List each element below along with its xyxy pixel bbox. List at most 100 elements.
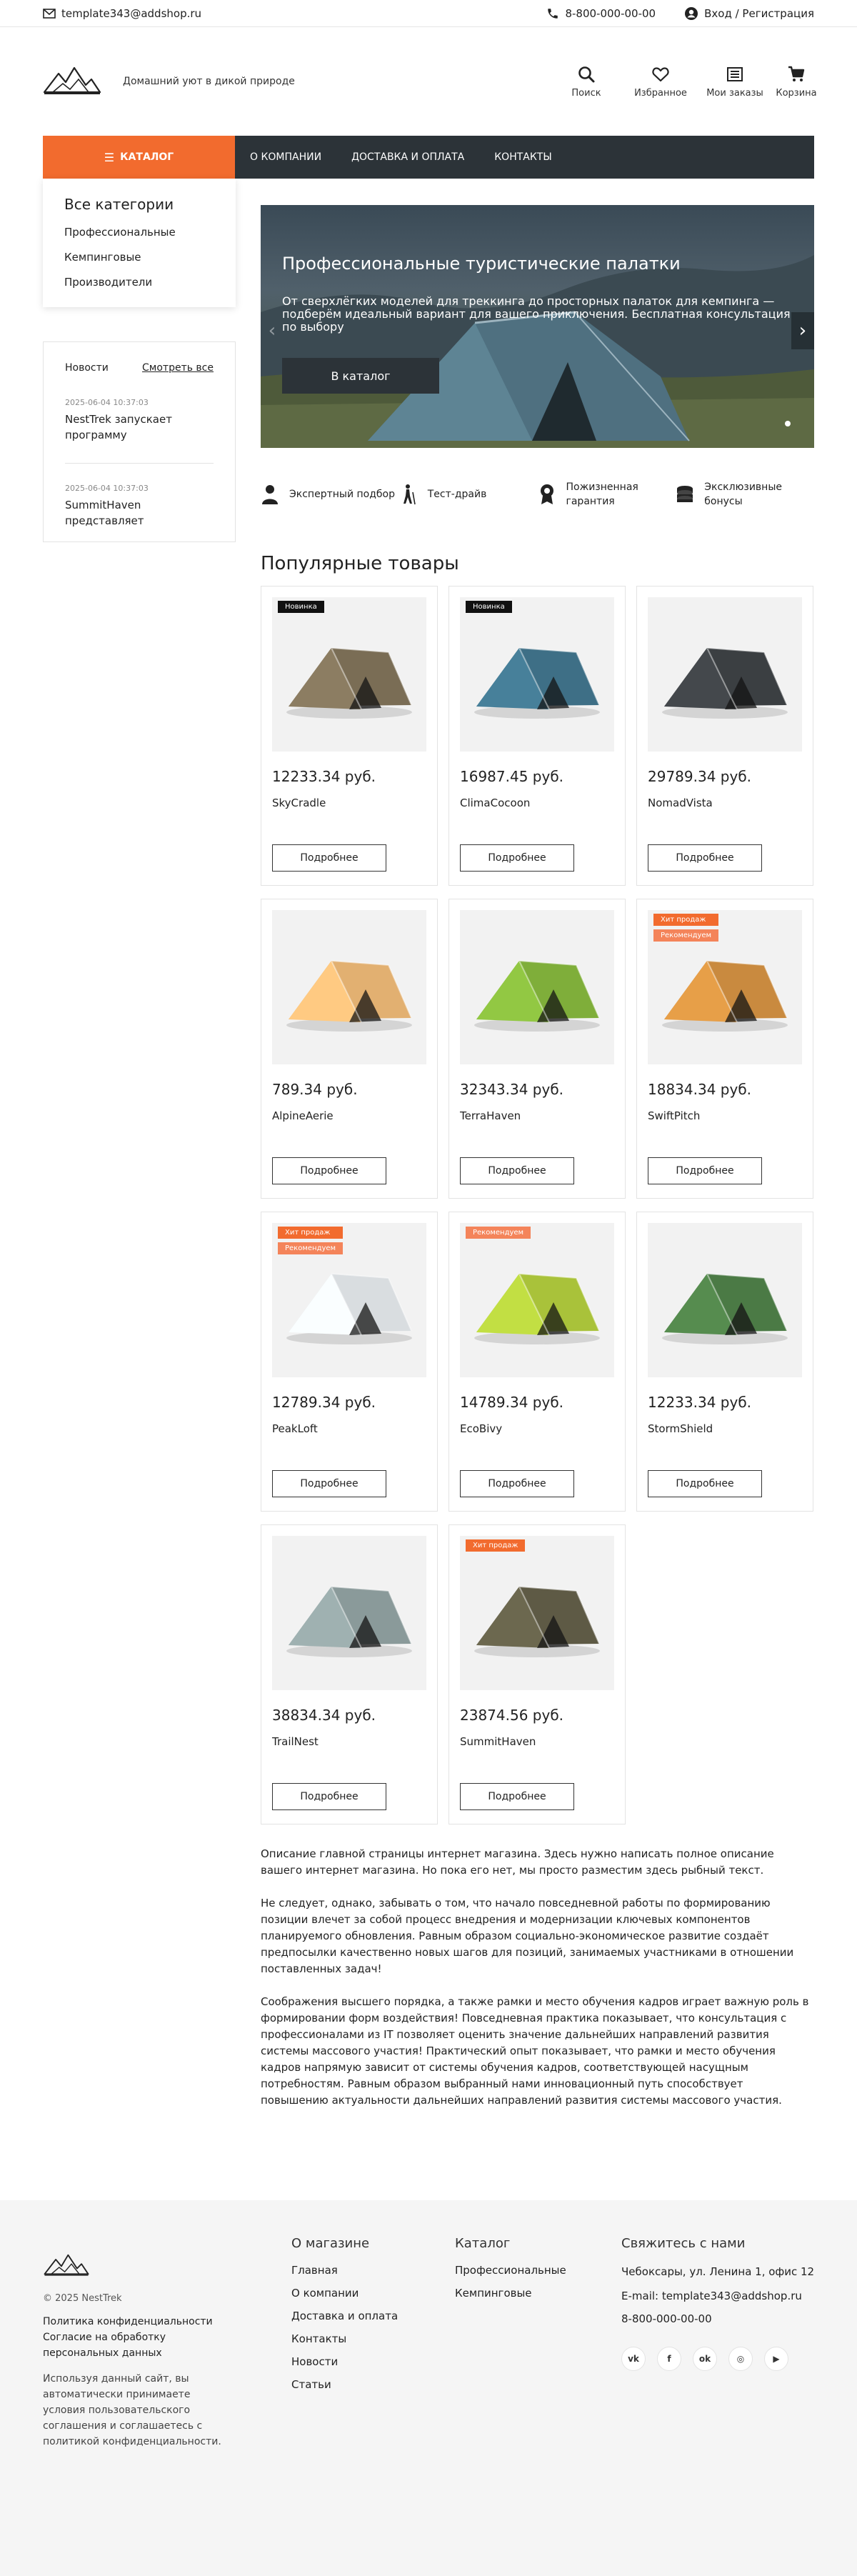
- product-card[interactable]: Хит продаж 23874.56 руб. SummitHaven Подроб…: [448, 1524, 626, 1824]
- product-image[interactable]: [460, 1536, 614, 1690]
- footer-link-articles[interactable]: Статьи: [291, 2378, 331, 2391]
- product-name[interactable]: EcoBivy: [460, 1422, 614, 1435]
- product-details-button[interactable]: Подробнее: [460, 1157, 574, 1184]
- product-image[interactable]: [648, 597, 802, 752]
- product-details-button[interactable]: Подробнее: [648, 1157, 762, 1184]
- product-details-button[interactable]: Подробнее: [648, 844, 762, 872]
- catalog-button[interactable]: ☰ КАТАЛОГ: [43, 136, 235, 179]
- orders-button[interactable]: Мои заказы: [704, 65, 766, 99]
- product-image[interactable]: [272, 597, 426, 752]
- product-card[interactable]: Новинка 12233.34 руб. SkyCradle Подробнее: [261, 586, 438, 886]
- ok-icon[interactable]: ok: [693, 2347, 717, 2371]
- tent-illustration: [286, 960, 412, 1032]
- logo[interactable]: [43, 64, 101, 99]
- chevron-right-icon: ›: [798, 320, 807, 341]
- banner-next-arrow[interactable]: ›: [791, 312, 814, 349]
- product-card[interactable]: 12233.34 руб. StormShield Подробнее: [636, 1212, 813, 1512]
- product-image[interactable]: [460, 910, 614, 1064]
- banner-catalog-button[interactable]: В каталог: [282, 358, 439, 394]
- footer-link-professional[interactable]: Профессиональные: [455, 2264, 566, 2277]
- tent-illustration: [474, 647, 600, 719]
- product-details-button[interactable]: Подробнее: [272, 1470, 386, 1497]
- banner-prev-arrow[interactable]: ‹: [261, 312, 284, 349]
- news-view-all-link[interactable]: Смотреть все: [142, 362, 214, 374]
- product-image[interactable]: [648, 1223, 802, 1377]
- product-details-button[interactable]: Подробнее: [272, 844, 386, 872]
- privacy-policy-link[interactable]: Политика конфиденциальности: [43, 2314, 236, 2330]
- footer-link-camping[interactable]: Кемпинговые: [455, 2287, 532, 2300]
- product-price: 789.34 руб.: [272, 1081, 358, 1098]
- product-image[interactable]: [272, 1536, 426, 1690]
- product-details-button[interactable]: Подробнее: [272, 1783, 386, 1810]
- product-card[interactable]: Рекомендуем 14789.34 руб. EcoBivy Подробнее: [448, 1212, 626, 1512]
- product-card[interactable]: Хит продаж Рекомендуем 18834.34 руб. SwiftP…: [636, 899, 813, 1199]
- product-name[interactable]: SummitHaven: [460, 1735, 614, 1748]
- product-name[interactable]: SkyCradle: [272, 797, 426, 809]
- cart-button[interactable]: Корзина: [776, 65, 817, 99]
- product-details-button[interactable]: Подробнее: [460, 844, 574, 872]
- user-icon: [685, 6, 698, 20]
- footer-email-link[interactable]: E-mail: template343@addshop.ru: [621, 2290, 802, 2302]
- nav-link-about[interactable]: О КОМПАНИИ: [235, 151, 336, 163]
- category-manufacturers[interactable]: Производители: [64, 276, 152, 289]
- product-image[interactable]: [460, 597, 614, 752]
- product-name[interactable]: ClimaCocoon: [460, 797, 614, 809]
- footer-phone-link[interactable]: 8-800-000-00-00: [621, 2312, 712, 2325]
- nav-link-contacts[interactable]: КОНТАКТЫ: [479, 151, 566, 163]
- search-button[interactable]: Поиск: [556, 65, 617, 99]
- product-name[interactable]: TrailNest: [272, 1735, 426, 1748]
- product-badge: Новинка: [278, 601, 324, 613]
- footer-link-contacts[interactable]: Контакты: [291, 2332, 346, 2345]
- data-consent-link[interactable]: Согласие на обработку персональных данны…: [43, 2330, 236, 2361]
- footer-link-home[interactable]: Главная: [291, 2264, 338, 2277]
- product-card[interactable]: 789.34 руб. AlpineAerie Подробнее: [261, 899, 438, 1199]
- tent-illustration: [662, 647, 788, 719]
- header: Домашний уют в дикой природе Поиск Избра…: [0, 27, 857, 136]
- product-image[interactable]: [272, 910, 426, 1064]
- category-professional[interactable]: Профессиональные: [64, 226, 176, 239]
- category-camping[interactable]: Кемпинговые: [64, 251, 141, 264]
- advantage-label: Эксклюзивные бонусы: [704, 481, 782, 507]
- slider-dot[interactable]: [785, 421, 791, 426]
- facebook-icon[interactable]: f: [657, 2347, 681, 2371]
- advantage-item: Пожизненная гарантия: [538, 480, 676, 509]
- news-item[interactable]: 2025-06-04 10:37:03 NestTrek запускает п…: [65, 398, 214, 464]
- product-name[interactable]: SwiftPitch: [648, 1109, 802, 1122]
- product-card[interactable]: Хит продаж Рекомендуем 12789.34 руб. PeakLo…: [261, 1212, 438, 1512]
- footer-contacts-title: Свяжитесь с нами: [621, 2236, 746, 2251]
- youtube-icon[interactable]: ▶: [764, 2347, 788, 2371]
- phone-link[interactable]: 8-800-000-00-00: [546, 7, 656, 20]
- search-icon: [578, 66, 595, 82]
- product-name[interactable]: StormShield: [648, 1422, 802, 1435]
- product-card[interactable]: Новинка 16987.45 руб. ClimaCocoon Подробнее: [448, 586, 626, 886]
- product-card[interactable]: 29789.34 руб. NomadVista Подробнее: [636, 586, 813, 886]
- login-link[interactable]: Вход / Регистрация: [684, 6, 814, 21]
- footer-link-about[interactable]: О компании: [291, 2287, 359, 2300]
- product-details-button[interactable]: Подробнее: [648, 1470, 762, 1497]
- news-block: Новости Смотреть все 2025-06-04 10:37:03…: [43, 341, 236, 542]
- award-icon: [540, 484, 553, 504]
- product-card[interactable]: 38834.34 руб. TrailNest Подробнее: [261, 1524, 438, 1824]
- product-image[interactable]: [460, 1223, 614, 1377]
- sidebar: Все категории Профессиональные Кемпингов…: [43, 179, 236, 542]
- footer-link-news[interactable]: Новости: [291, 2355, 338, 2368]
- product-price: 38834.34 руб.: [272, 1707, 376, 1724]
- orders-label: Мои заказы: [706, 87, 763, 99]
- favorites-button[interactable]: Избранное: [630, 65, 691, 99]
- product-details-button[interactable]: Подробнее: [460, 1783, 574, 1810]
- product-name[interactable]: AlpineAerie: [272, 1109, 426, 1122]
- email-link[interactable]: template343@addshop.ru: [43, 7, 201, 20]
- category-menu: Все категории Профессиональные Кемпингов…: [43, 179, 236, 307]
- nav-link-delivery[interactable]: ДОСТАВКА И ОПЛАТА: [336, 151, 479, 163]
- product-name[interactable]: PeakLoft: [272, 1422, 426, 1435]
- product-details-button[interactable]: Подробнее: [460, 1470, 574, 1497]
- news-item[interactable]: 2025-06-04 10:37:03 SummitHaven представ…: [65, 484, 214, 529]
- instagram-icon[interactable]: ◎: [728, 2347, 753, 2371]
- vk-icon[interactable]: vk: [621, 2347, 646, 2371]
- product-name[interactable]: NomadVista: [648, 797, 802, 809]
- product-details-button[interactable]: Подробнее: [272, 1157, 386, 1184]
- footer-link-delivery[interactable]: Доставка и оплата: [291, 2310, 398, 2322]
- product-card[interactable]: 32343.34 руб. TerraHaven Подробнее: [448, 899, 626, 1199]
- product-grid: Новинка 12233.34 руб. SkyCradle Подробнее Но…: [261, 586, 814, 1824]
- product-name[interactable]: TerraHaven: [460, 1109, 614, 1122]
